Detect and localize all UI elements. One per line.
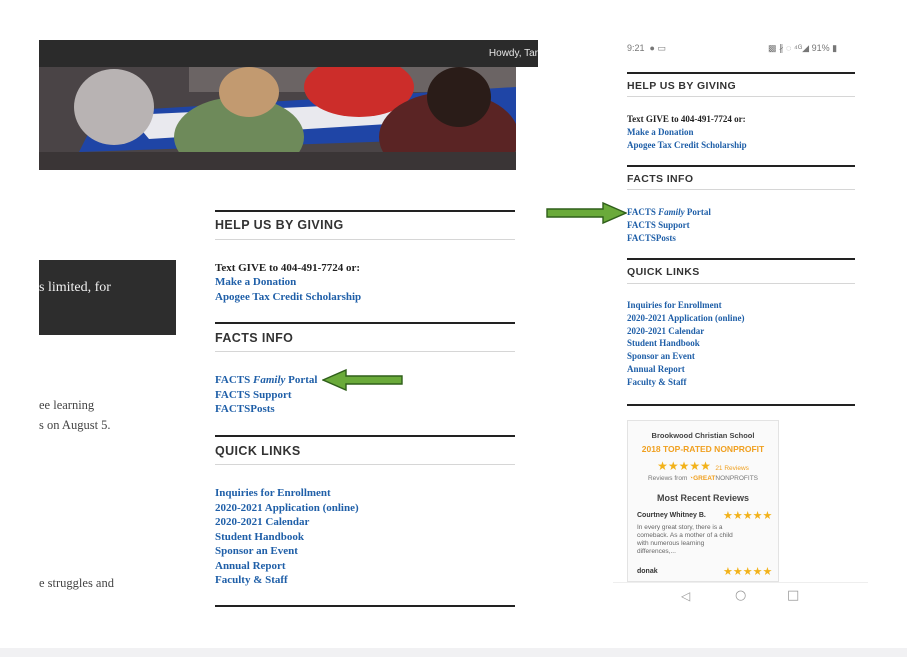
review-line: differences,... [637,548,676,555]
wp-admin-bar: Howdy, Tar [39,40,538,67]
facts-support-link[interactable]: FACTS Support [215,388,292,403]
link-text: FACTS [215,374,253,386]
giving-heading: HELP US BY GIVING [627,80,737,92]
section-rule [215,210,515,212]
status-icons: ▩ ∦ ◌ ⁴ᴳ◢ 91% ▮ [768,43,837,54]
quick-link[interactable]: Sponsor an Event [215,544,359,559]
badge-rating: ★★★★★ 21 Reviews [628,457,778,475]
badge-source: Reviews from ◔GREATNONPROFITS [628,475,778,482]
quick-link[interactable]: Faculty & Staff [627,376,745,389]
bottom-band [0,648,907,657]
facts-family-portal-link[interactable]: FACTS Family Portal [627,206,711,219]
section-rule [215,322,515,324]
section-rule [627,258,855,260]
link-text-italic: Family [253,374,286,386]
quick-link[interactable]: Inquiries for Enrollment [627,299,745,312]
section-rule [215,605,515,607]
star-rating-icon: ★★★★★ [723,566,773,578]
quick-link[interactable]: Faculty & Staff [215,573,359,588]
battery-icon: ▮ [829,43,838,53]
quick-link[interactable]: Sponsor an Event [627,350,745,363]
recent-reviews-heading: Most Recent Reviews [656,493,750,503]
quick-links-list: Inquiries for Enrollment 2020-2021 Appli… [627,299,745,389]
facts-heading: FACTS INFO [215,331,294,345]
battery-percent: 91% [811,43,830,53]
status-time: 9:21 [627,43,645,53]
link-text: FACTS [627,207,659,217]
heading-underline [627,189,855,190]
android-nav-bar: ◁ ○ □ [613,582,868,611]
apogee-scholarship-link[interactable]: Apogee Tax Credit Scholarship [627,139,747,152]
factsposts-link[interactable]: FACTSPosts [215,402,275,417]
badge-award: 2018 TOP-RATED NONPROFIT [641,444,765,454]
home-icon[interactable]: ○ [735,588,746,603]
make-donation-link[interactable]: Make a Donation [215,275,296,290]
quick-link[interactable]: 2020-2021 Application (online) [627,312,745,325]
callout-text: s limited, for [39,280,111,295]
link-text: Portal [285,374,318,386]
notification-icons: ● ▭ [647,43,666,53]
body-text-fragment: ee learning [39,398,95,412]
factsposts-link[interactable]: FACTSPosts [627,232,676,245]
facts-support-link[interactable]: FACTS Support [627,219,690,232]
status-bar: 9:21 ● ▭ [627,43,666,54]
left-pointing-arrow-icon [322,368,403,392]
back-icon[interactable]: ◁ [681,589,690,603]
quick-link[interactable]: 2020-2021 Application (online) [215,501,359,516]
star-rating-icon: ★★★★★ [723,510,773,522]
give-text: Text GIVE to 404-491-7724 or: [627,114,746,124]
quick-links-list: Inquiries for Enrollment 2020-2021 Appli… [215,486,359,588]
signal-icons: ▩ ∦ ◌ ⁴ᴳ◢ [768,43,812,53]
body-text-fragment: s on August 5. [39,418,111,432]
classroom-photo-illustration [39,67,516,170]
reviewer-name: donak [637,568,658,575]
quick-link[interactable]: Annual Report [627,363,745,376]
make-donation-link[interactable]: Make a Donation [627,126,694,139]
link-text-italic: Family [658,207,685,217]
give-text: Text GIVE to 404-491-7724 or: [215,262,361,274]
quick-link[interactable]: 2020-2021 Calendar [627,325,745,338]
heading-underline [215,464,515,465]
section-rule [627,404,855,406]
review-line: In every great story, there is a [637,524,723,531]
facts-heading: FACTS INFO [627,173,694,185]
review-line: with numerous learning [637,540,705,547]
dark-callout-box: s limited, for [39,260,176,335]
recent-apps-icon[interactable]: □ [787,588,799,603]
heading-underline [627,96,855,97]
quick-link[interactable]: Inquiries for Enrollment [215,486,359,501]
heading-underline [215,239,515,240]
badge-review-count[interactable]: 21 Reviews [715,465,749,472]
badge-source-suffix: NONPROFITS [715,475,759,482]
section-rule [627,165,855,167]
great-nonprofits-logo: ◔GREAT [689,475,716,482]
screenshot-canvas: { "desktop": { "admin_greeting": "Howdy,… [0,0,907,657]
admin-greeting[interactable]: Howdy, Tar [489,48,538,59]
giving-heading: HELP US BY GIVING [215,218,344,232]
reviewer-name: Courtney Whitney B. [637,512,706,519]
body-text-fragment: e struggles and [39,576,114,590]
heading-underline [215,351,515,352]
section-rule [215,435,515,437]
heading-underline [627,283,855,284]
star-rating-icon: ★★★★★ [657,459,711,473]
quick-link[interactable]: 2020-2021 Calendar [215,515,359,530]
review-line: comeback. As a mother of a child [637,532,733,539]
badge-school-name: Brookwood Christian School [651,431,755,440]
section-rule [627,72,855,74]
great-nonprofits-badge[interactable]: Brookwood Christian School 2018 TOP-RATE… [627,420,779,582]
quick-link[interactable]: Student Handbook [627,337,745,350]
link-text: Portal [684,207,711,217]
right-pointing-arrow-icon [546,201,627,225]
quick-links-heading: QUICK LINKS [627,266,700,278]
quick-links-heading: QUICK LINKS [215,444,301,458]
quick-link[interactable]: Annual Report [215,559,359,574]
badge-source-prefix: Reviews from [647,475,690,482]
hero-photo [39,67,516,170]
quick-link[interactable]: Student Handbook [215,530,359,545]
facts-family-portal-link[interactable]: FACTS Family Portal [215,373,317,388]
apogee-scholarship-link[interactable]: Apogee Tax Credit Scholarship [215,290,361,305]
brand-name: GREAT [693,475,716,482]
review-excerpt: In every great story, there is a comebac… [637,524,733,556]
